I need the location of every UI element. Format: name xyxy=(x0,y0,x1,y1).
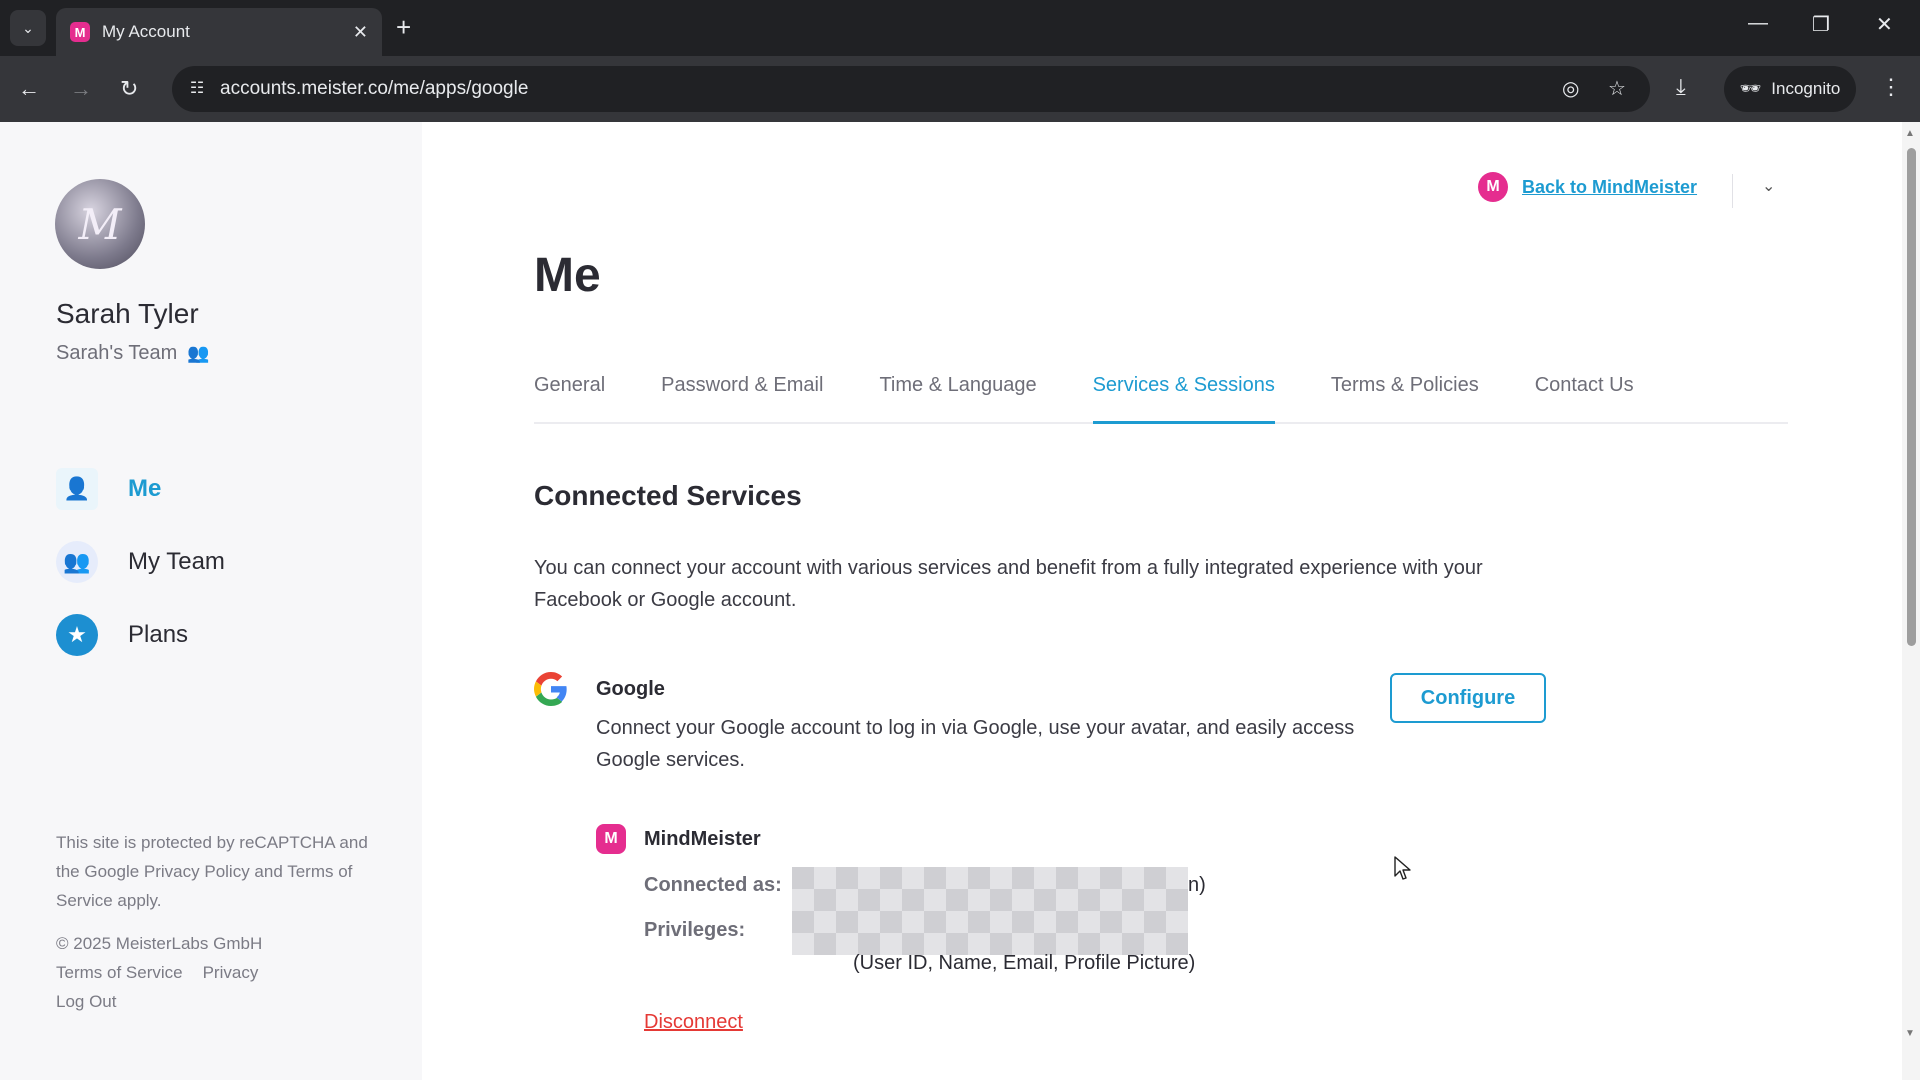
browser-toolbar: ← → ↻ ☷ accounts.meister.co/me/apps/goog… xyxy=(0,56,1920,122)
site-info-icon[interactable]: ☷ xyxy=(184,76,210,102)
tab-search-chevron-icon[interactable]: ⌄ xyxy=(10,10,46,46)
user-name: Sarah Tyler xyxy=(56,298,199,329)
incognito-badge[interactable]: 🕶 Incognito xyxy=(1724,66,1856,112)
scrollbar-thumb[interactable] xyxy=(1907,148,1916,646)
privacy-link[interactable]: Privacy xyxy=(203,958,259,987)
sidebar: M Sarah Tyler Sarah's Team 👥 👤 Me 👥 My T… xyxy=(0,122,422,1080)
download-icon[interactable]: ⤓ xyxy=(1676,74,1686,100)
configure-button[interactable]: Configure xyxy=(1390,673,1546,723)
sidebar-item-label: Plans xyxy=(128,620,189,648)
terms-link[interactable]: Terms of Service xyxy=(56,958,183,987)
scroll-up-icon[interactable]: ▲ xyxy=(1905,128,1915,139)
minimize-icon[interactable]: — xyxy=(1748,12,1768,35)
tab-time-language[interactable]: Time & Language xyxy=(879,374,1036,424)
sidebar-item-label: Me xyxy=(128,474,162,502)
browser-menu-icon[interactable]: ⋮ xyxy=(1880,74,1902,100)
connected-app-name: MindMeister xyxy=(644,828,761,850)
browser-tab[interactable]: M My Account ✕ xyxy=(56,8,382,56)
url-text[interactable]: accounts.meister.co/me/apps/google xyxy=(220,78,528,100)
eye-off-icon[interactable]: ◎ xyxy=(1562,76,1579,101)
scroll-down-icon[interactable]: ▼ xyxy=(1905,1028,1915,1039)
incognito-label: Incognito xyxy=(1771,79,1841,98)
profile-card-icon: 👤 xyxy=(56,467,98,510)
chevron-down-icon[interactable]: ⌄ xyxy=(1762,176,1775,196)
incognito-icon: 🕶 xyxy=(1739,79,1762,98)
mouse-cursor-icon xyxy=(1394,856,1411,880)
mindmeister-favicon-icon: M xyxy=(70,22,90,42)
reload-icon[interactable]: ↻ xyxy=(120,74,138,104)
back-to-mindmeister-link[interactable]: M Back to MindMeister xyxy=(1478,172,1697,202)
privileges-value: (User ID, Name, Email, Profile Picture) xyxy=(853,952,1196,974)
sidebar-footer: This site is protected by reCAPTCHA and … xyxy=(56,828,386,1016)
tab-title: My Account xyxy=(102,22,190,41)
sidebar-item-plans[interactable]: ★ Plans xyxy=(56,598,225,671)
main-content: M Back to MindMeister ⌄ Me General Passw… xyxy=(534,122,1834,1080)
badge-star-icon: ★ xyxy=(56,613,98,656)
tab-contact-us[interactable]: Contact Us xyxy=(1535,374,1634,424)
close-window-icon[interactable]: ✕ xyxy=(1876,12,1893,37)
browser-tabbar: ⌄ M My Account ✕ + — ❐ ✕ xyxy=(0,0,1920,56)
copyright: © 2025 MeisterLabs GmbH xyxy=(56,934,263,953)
connected-as-tail: n) xyxy=(1188,874,1206,896)
google-logo-icon xyxy=(534,672,567,706)
redacted-account-info xyxy=(792,867,1188,955)
new-tab-icon[interactable]: + xyxy=(396,12,411,42)
section-description: You can connect your account with variou… xyxy=(534,557,1483,611)
section-title: Connected Services xyxy=(534,480,802,511)
logout-link[interactable]: Log Out xyxy=(56,992,117,1011)
sidebar-item-label: My Team xyxy=(128,547,225,575)
mindmeister-logo-icon: M xyxy=(1478,172,1508,202)
connected-as-label: Connected as: xyxy=(644,874,782,896)
footer-links: Terms of Service Privacy xyxy=(56,958,386,987)
page-title: Me xyxy=(534,249,601,302)
privileges-label: Privileges: xyxy=(644,919,746,941)
tab-services-sessions[interactable]: Services & Sessions xyxy=(1092,374,1275,424)
tab-close-icon[interactable]: ✕ xyxy=(353,22,368,43)
account-tabs: General Password & Email Time & Language… xyxy=(534,374,1788,424)
avatar[interactable]: M xyxy=(55,179,145,269)
header-divider xyxy=(1732,174,1733,208)
sidebar-nav: 👤 Me 👥 My Team ★ Plans xyxy=(56,452,225,671)
sidebar-item-me[interactable]: 👤 Me xyxy=(56,452,225,525)
restore-icon[interactable]: ❐ xyxy=(1812,12,1830,37)
recaptcha-notice: This site is protected by reCAPTCHA and … xyxy=(56,833,368,910)
tab-general[interactable]: General xyxy=(534,374,605,424)
avatar-monogram: M xyxy=(78,199,122,249)
service-description: Connect your Google account to log in vi… xyxy=(596,717,1355,771)
tab-terms-policies[interactable]: Terms & Policies xyxy=(1331,374,1479,424)
page-scrollbar[interactable]: ▲ ▼ xyxy=(1902,122,1920,1080)
address-bar[interactable]: ☷ accounts.meister.co/me/apps/google ◎ ☆ xyxy=(172,66,1650,112)
sidebar-item-my-team[interactable]: 👥 My Team xyxy=(56,525,225,598)
service-name: Google xyxy=(596,678,665,700)
tab-password-email[interactable]: Password & Email xyxy=(661,374,823,424)
back-link-label: Back to MindMeister xyxy=(1522,176,1698,197)
disconnect-link[interactable]: Disconnect xyxy=(644,1011,743,1034)
back-arrow-icon[interactable]: ← xyxy=(18,74,40,104)
bookmark-star-icon[interactable]: ☆ xyxy=(1608,76,1626,101)
team-members-icon: 👥 xyxy=(187,343,210,363)
forward-arrow-icon[interactable]: → xyxy=(70,74,92,104)
page: M Sarah Tyler Sarah's Team 👥 👤 Me 👥 My T… xyxy=(0,122,1920,1080)
team-name-row: Sarah's Team 👥 xyxy=(56,342,210,365)
team-name: Sarah's Team xyxy=(56,342,178,364)
team-icon: 👥 xyxy=(56,540,98,583)
mindmeister-app-icon: M xyxy=(596,824,626,854)
